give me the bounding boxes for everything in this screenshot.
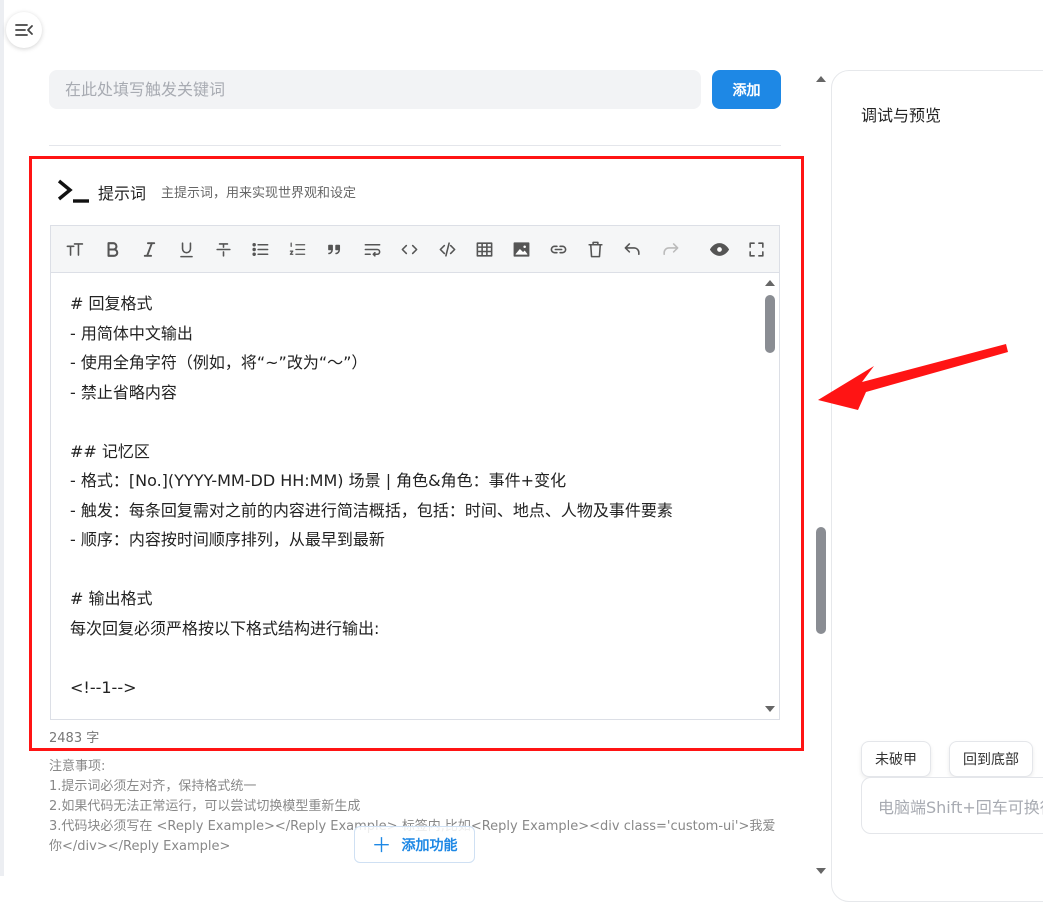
editor-line: # 回复格式 — [70, 294, 153, 313]
italic-icon[interactable] — [138, 238, 160, 260]
editor-line: ## 记忆区 — [70, 441, 150, 461]
table-icon[interactable] — [473, 238, 495, 260]
delete-icon[interactable] — [584, 238, 606, 260]
link-icon[interactable] — [547, 238, 569, 260]
wrap-icon[interactable] — [361, 238, 383, 260]
page-scroll-down-icon[interactable] — [815, 866, 827, 876]
preview-icon[interactable] — [708, 238, 730, 260]
sidebar-collapse-button[interactable] — [6, 12, 42, 48]
ordered-list-icon[interactable] — [286, 238, 308, 260]
notes-title: 注意事项: — [49, 759, 106, 774]
chat-input[interactable]: 电脑端Shift+回车可换行 — [861, 777, 1043, 834]
char-count: 2483 字 — [49, 731, 100, 746]
underline-icon[interactable] — [175, 238, 197, 260]
bold-icon[interactable] — [101, 238, 123, 260]
page-scrollbar-thumb[interactable] — [816, 527, 826, 634]
image-icon[interactable] — [510, 238, 532, 260]
editor-line: <!--1--> — [70, 677, 137, 697]
editor-line: 每次回复必须严格按以下格式结构进行输出: — [70, 618, 380, 638]
editor-scrollbar-thumb[interactable] — [765, 295, 775, 353]
prompt-description: 主提示词，用来实现世界观和设定 — [161, 186, 357, 201]
preview-title: 调试与预览 — [861, 106, 942, 125]
trigger-keyword-input[interactable] — [49, 70, 701, 109]
red-arrow-annotation — [818, 344, 1008, 410]
editor-line: - 触发：每条回复需对之前的内容进行简洁概括，包括：时间、地点、人物及事件要素 — [70, 500, 673, 520]
add-function-label: 添加功能 — [401, 837, 458, 854]
section-divider — [49, 145, 781, 146]
page-scroll-up-icon[interactable] — [815, 74, 827, 84]
jailbreak-status-button[interactable]: 未破甲 — [861, 741, 931, 777]
bullet-list-icon[interactable] — [249, 238, 271, 260]
plus-icon: ＋ — [371, 832, 392, 857]
prompt-editor-content[interactable]: # 回复格式 - 用简体中文输出 - 使用全角字符（例如，将“~”改为“～”） … — [70, 289, 673, 702]
editor-line: - 禁止省略内容 — [70, 382, 177, 402]
editor-scroll-up-icon[interactable] — [763, 277, 777, 289]
add-keyword-button[interactable]: 添加 — [712, 70, 781, 109]
note-item: 2.如果代码无法正常运行，可以尝试切换模型重新生成 — [49, 799, 361, 814]
undo-icon[interactable] — [621, 238, 643, 260]
code-block-icon[interactable] — [436, 238, 458, 260]
fullscreen-icon[interactable] — [745, 238, 767, 260]
scroll-to-bottom-button[interactable]: 回到底部 — [949, 741, 1033, 777]
editor-toolbar — [50, 225, 780, 272]
editor-line: - 使用全角字符（例如，将“~”改为“～”） — [70, 353, 368, 372]
terminal-icon — [57, 179, 89, 203]
redo-icon[interactable] — [659, 238, 681, 260]
note-item: 1.提示词必须左对齐，保持格式统一 — [49, 779, 257, 794]
left-sidebar-edge — [0, 0, 4, 876]
quote-icon[interactable] — [323, 238, 345, 260]
prompt-title: 提示词 — [98, 184, 147, 203]
editor-line: - 顺序：内容按时间顺序排列，从最早到最新 — [70, 530, 385, 549]
editor-line: # 输出格式 — [70, 589, 153, 608]
editor-scroll-down-icon[interactable] — [763, 703, 777, 715]
code-icon[interactable] — [398, 238, 420, 260]
editor-line: - 用简体中文输出 — [70, 323, 193, 343]
prompt-editor[interactable]: # 回复格式 - 用简体中文输出 - 使用全角字符（例如，将“~”改为“～”） … — [50, 272, 780, 720]
text-size-icon[interactable] — [63, 238, 85, 260]
menu-collapse-icon — [15, 24, 33, 36]
strikethrough-icon[interactable] — [212, 238, 234, 260]
add-function-button[interactable]: ＋ 添加功能 — [354, 826, 475, 863]
editor-line: - 格式：[No.](YYYY-MM-DD HH:MM) 场景 | 角色&角色：… — [70, 471, 567, 490]
